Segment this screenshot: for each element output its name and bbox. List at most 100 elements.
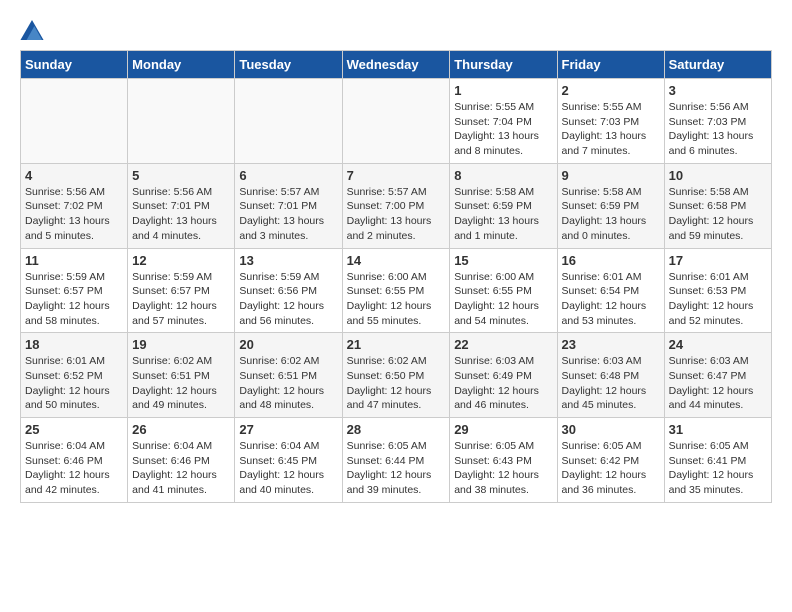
calendar-day-cell: 8Sunrise: 5:58 AMSunset: 6:59 PMDaylight…: [450, 163, 557, 248]
day-number: 11: [25, 253, 123, 268]
day-number: 14: [347, 253, 446, 268]
calendar-day-cell: 17Sunrise: 6:01 AMSunset: 6:53 PMDayligh…: [664, 248, 771, 333]
header-monday: Monday: [128, 51, 235, 79]
calendar-day-cell: 29 Sunrise: 6:05 AMSunset: 6:43 PMDayligh…: [450, 418, 557, 503]
day-info: Sunrise: 5:58 AMSunset: 6:58 PMDaylight:…: [669, 185, 767, 244]
calendar-day-cell: 2Sunrise: 5:55 AMSunset: 7:03 PMDaylight…: [557, 79, 664, 164]
calendar-day-cell: 26 Sunrise: 6:04 AMSunset: 6:46 PMDayligh…: [128, 418, 235, 503]
day-info: Sunrise: 5:58 AMSunset: 6:59 PMDaylight:…: [562, 185, 660, 244]
calendar-day-cell: 14Sunrise: 6:00 AMSunset: 6:55 PMDayligh…: [342, 248, 450, 333]
day-info: Sunrise: 6:05 AMSunset: 6:44 PMDaylight:…: [347, 439, 446, 498]
calendar-day-cell: 28 Sunrise: 6:05 AMSunset: 6:44 PMDayligh…: [342, 418, 450, 503]
day-info: Sunrise: 5:57 AMSunset: 7:00 PMDaylight:…: [347, 185, 446, 244]
calendar-day-cell: 27 Sunrise: 6:04 AMSunset: 6:45 PMDayligh…: [235, 418, 342, 503]
calendar-day-cell: 5 Sunrise: 5:56 AMSunset: 7:01 PMDaylight…: [128, 163, 235, 248]
calendar-day-cell: 9Sunrise: 5:58 AMSunset: 6:59 PMDaylight…: [557, 163, 664, 248]
day-number: 8: [454, 168, 552, 183]
header-friday: Friday: [557, 51, 664, 79]
day-number: 29: [454, 422, 552, 437]
day-info: Sunrise: 6:00 AMSunset: 6:55 PMDaylight:…: [454, 270, 552, 329]
day-number: 7: [347, 168, 446, 183]
day-info: Sunrise: 6:05 AMSunset: 6:43 PMDaylight:…: [454, 439, 552, 498]
day-number: 20: [239, 337, 337, 352]
day-number: 19: [132, 337, 230, 352]
calendar-table: SundayMondayTuesdayWednesdayThursdayFrid…: [20, 50, 772, 503]
day-info: Sunrise: 6:03 AMSunset: 6:48 PMDaylight:…: [562, 354, 660, 413]
day-number: 16: [562, 253, 660, 268]
calendar-week-row: 18 Sunrise: 6:01 AMSunset: 6:52 PMDayligh…: [21, 333, 772, 418]
calendar-week-row: 1Sunrise: 5:55 AMSunset: 7:04 PMDaylight…: [21, 79, 772, 164]
day-info: Sunrise: 5:56 AMSunset: 7:01 PMDaylight:…: [132, 185, 230, 244]
day-number: 15: [454, 253, 552, 268]
day-number: 4: [25, 168, 123, 183]
day-info: Sunrise: 6:01 AMSunset: 6:54 PMDaylight:…: [562, 270, 660, 329]
calendar-day-cell: 31Sunrise: 6:05 AMSunset: 6:41 PMDayligh…: [664, 418, 771, 503]
day-info: Sunrise: 5:59 AMSunset: 6:57 PMDaylight:…: [132, 270, 230, 329]
day-number: 25: [25, 422, 123, 437]
calendar-day-cell: 13 Sunrise: 5:59 AMSunset: 6:56 PMDayligh…: [235, 248, 342, 333]
day-number: 13: [239, 253, 337, 268]
calendar-day-cell: 23 Sunrise: 6:03 AMSunset: 6:48 PMDayligh…: [557, 333, 664, 418]
day-number: 22: [454, 337, 552, 352]
day-info: Sunrise: 5:57 AMSunset: 7:01 PMDaylight:…: [239, 185, 337, 244]
calendar-day-cell: [235, 79, 342, 164]
day-info: Sunrise: 5:55 AMSunset: 7:04 PMDaylight:…: [454, 100, 552, 159]
day-number: 3: [669, 83, 767, 98]
calendar-day-cell: 19 Sunrise: 6:02 AMSunset: 6:51 PMDayligh…: [128, 333, 235, 418]
day-info: Sunrise: 6:05 AMSunset: 6:42 PMDaylight:…: [562, 439, 660, 498]
calendar-day-cell: 10 Sunrise: 5:58 AMSunset: 6:58 PMDayligh…: [664, 163, 771, 248]
day-info: Sunrise: 6:04 AMSunset: 6:46 PMDaylight:…: [132, 439, 230, 498]
day-info: Sunrise: 5:56 AMSunset: 7:03 PMDaylight:…: [669, 100, 767, 159]
calendar-day-cell: 25 Sunrise: 6:04 AMSunset: 6:46 PMDayligh…: [21, 418, 128, 503]
day-info: Sunrise: 5:59 AMSunset: 6:56 PMDaylight:…: [239, 270, 337, 329]
header-sunday: Sunday: [21, 51, 128, 79]
calendar-day-cell: 4 Sunrise: 5:56 AMSunset: 7:02 PMDaylight…: [21, 163, 128, 248]
calendar-day-cell: 12 Sunrise: 5:59 AMSunset: 6:57 PMDayligh…: [128, 248, 235, 333]
day-info: Sunrise: 6:04 AMSunset: 6:45 PMDaylight:…: [239, 439, 337, 498]
calendar-day-cell: 16 Sunrise: 6:01 AMSunset: 6:54 PMDayligh…: [557, 248, 664, 333]
calendar-day-cell: 20 Sunrise: 6:02 AMSunset: 6:51 PMDayligh…: [235, 333, 342, 418]
calendar-day-cell: 22Sunrise: 6:03 AMSunset: 6:49 PMDayligh…: [450, 333, 557, 418]
page-header: [20, 20, 772, 40]
day-info: Sunrise: 6:03 AMSunset: 6:47 PMDaylight:…: [669, 354, 767, 413]
day-number: 23: [562, 337, 660, 352]
calendar-day-cell: 21Sunrise: 6:02 AMSunset: 6:50 PMDayligh…: [342, 333, 450, 418]
header-saturday: Saturday: [664, 51, 771, 79]
header-wednesday: Wednesday: [342, 51, 450, 79]
day-number: 10: [669, 168, 767, 183]
calendar-day-cell: 3 Sunrise: 5:56 AMSunset: 7:03 PMDaylight…: [664, 79, 771, 164]
day-info: Sunrise: 6:01 AMSunset: 6:53 PMDaylight:…: [669, 270, 767, 329]
logo-icon: [20, 20, 44, 40]
day-number: 28: [347, 422, 446, 437]
header-tuesday: Tuesday: [235, 51, 342, 79]
day-info: Sunrise: 6:02 AMSunset: 6:51 PMDaylight:…: [239, 354, 337, 413]
calendar-day-cell: 24 Sunrise: 6:03 AMSunset: 6:47 PMDayligh…: [664, 333, 771, 418]
day-number: 26: [132, 422, 230, 437]
day-number: 18: [25, 337, 123, 352]
calendar-day-cell: 30Sunrise: 6:05 AMSunset: 6:42 PMDayligh…: [557, 418, 664, 503]
day-info: Sunrise: 5:56 AMSunset: 7:02 PMDaylight:…: [25, 185, 123, 244]
day-info: Sunrise: 6:02 AMSunset: 6:51 PMDaylight:…: [132, 354, 230, 413]
day-number: 21: [347, 337, 446, 352]
calendar-day-cell: [128, 79, 235, 164]
calendar-week-row: 25 Sunrise: 6:04 AMSunset: 6:46 PMDayligh…: [21, 418, 772, 503]
calendar-day-cell: 15 Sunrise: 6:00 AMSunset: 6:55 PMDayligh…: [450, 248, 557, 333]
calendar-day-cell: 18 Sunrise: 6:01 AMSunset: 6:52 PMDayligh…: [21, 333, 128, 418]
day-number: 31: [669, 422, 767, 437]
calendar-week-row: 4 Sunrise: 5:56 AMSunset: 7:02 PMDaylight…: [21, 163, 772, 248]
day-info: Sunrise: 6:04 AMSunset: 6:46 PMDaylight:…: [25, 439, 123, 498]
day-info: Sunrise: 6:01 AMSunset: 6:52 PMDaylight:…: [25, 354, 123, 413]
logo: [20, 20, 52, 40]
day-number: 5: [132, 168, 230, 183]
day-number: 24: [669, 337, 767, 352]
header-thursday: Thursday: [450, 51, 557, 79]
calendar-day-cell: 6Sunrise: 5:57 AMSunset: 7:01 PMDaylight…: [235, 163, 342, 248]
calendar-day-cell: [342, 79, 450, 164]
day-info: Sunrise: 5:59 AMSunset: 6:57 PMDaylight:…: [25, 270, 123, 329]
day-info: Sunrise: 5:55 AMSunset: 7:03 PMDaylight:…: [562, 100, 660, 159]
day-number: 27: [239, 422, 337, 437]
day-number: 12: [132, 253, 230, 268]
calendar-day-cell: 7 Sunrise: 5:57 AMSunset: 7:00 PMDaylight…: [342, 163, 450, 248]
calendar-day-cell: 11 Sunrise: 5:59 AMSunset: 6:57 PMDayligh…: [21, 248, 128, 333]
calendar-header-row: SundayMondayTuesdayWednesdayThursdayFrid…: [21, 51, 772, 79]
